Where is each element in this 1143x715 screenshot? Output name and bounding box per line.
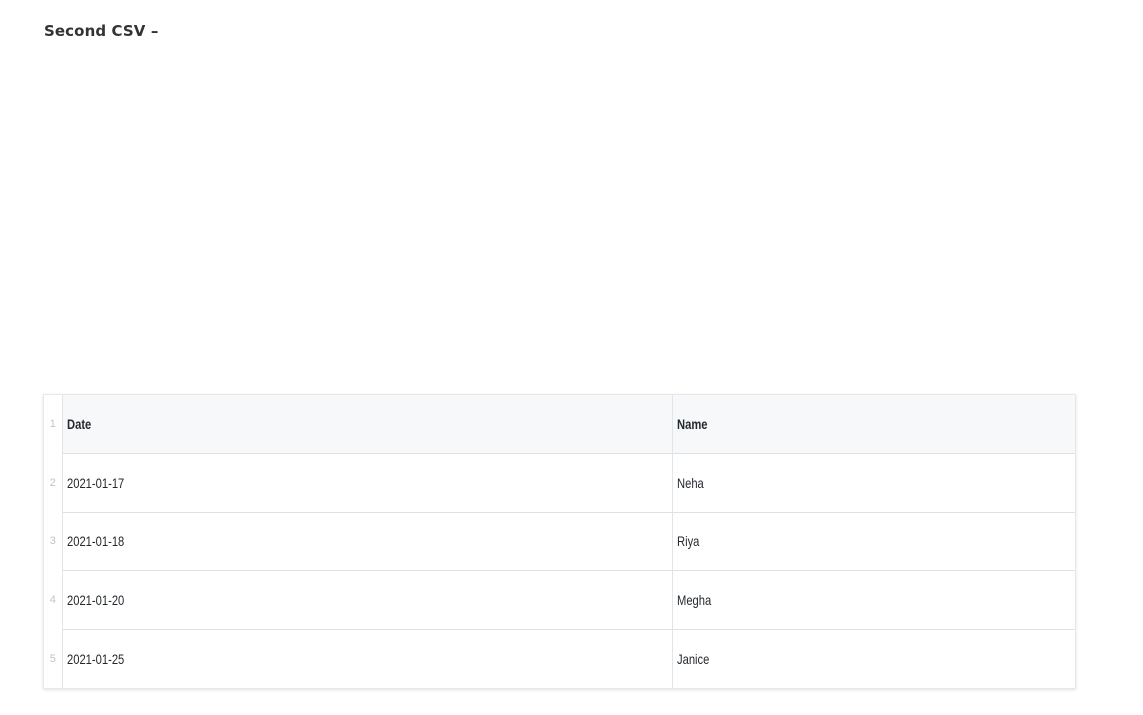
line-number: 1 <box>44 395 63 454</box>
line-number: 3 <box>44 512 63 571</box>
date-cell: 2021-01-20 <box>62 570 673 630</box>
section-heading: Second CSV – <box>44 22 159 40</box>
date-cell: 2021-01-25 <box>62 629 673 688</box>
column-header-date: Date <box>62 395 673 455</box>
name-cell: Neha <box>672 453 1075 513</box>
line-number: 5 <box>44 629 63 688</box>
name-cell: Janice <box>676 650 709 667</box>
line-number: 2 <box>44 453 63 513</box>
table-row: 4 2021-01-20 Megha <box>44 570 1075 630</box>
table-row: 5 2021-01-25 Janice <box>44 629 1075 688</box>
table-header-row: 1 Date Name <box>44 395 1075 455</box>
date-cell: 2021-01-17 <box>62 453 673 513</box>
table-row: 2 2021-01-17 Neha <box>44 453 1075 513</box>
line-number: 4 <box>44 570 63 630</box>
name-cell: Riya <box>672 512 1075 572</box>
column-header-name: Name <box>672 395 1075 455</box>
csv-table: 1 Date Name 2 2021-01-17 Neha 3 2021-01-… <box>44 395 1075 688</box>
date-cell: 2021-01-18 <box>62 512 673 572</box>
name-cell: Megha <box>672 570 1075 630</box>
table-row: 3 2021-01-18 Riya <box>44 512 1075 572</box>
csv-table-container: 1 Date Name 2 2021-01-17 Neha 3 2021-01-… <box>43 394 1076 689</box>
